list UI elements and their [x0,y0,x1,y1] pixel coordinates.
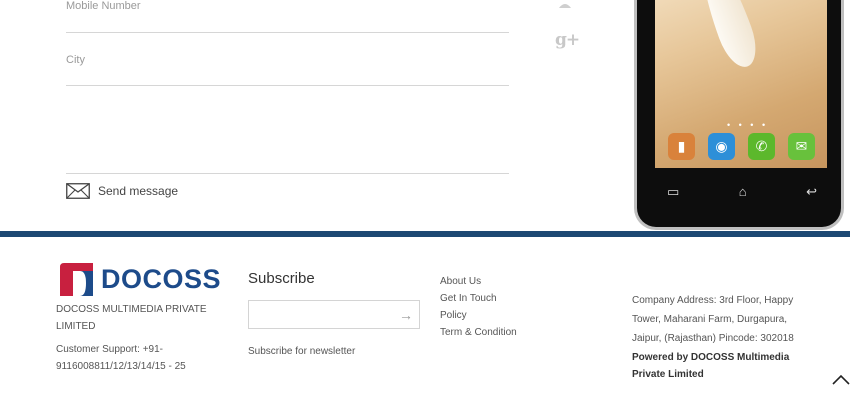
menu-key-icon: ▭ [667,184,680,199]
subscribe-form: → [248,300,420,329]
logo-text: DOCOSS [101,264,222,294]
mobile-number-input[interactable] [66,0,509,16]
browser-app-icon: ◉ [708,133,735,160]
phone-mockup-image: • • • • ▮ ◉ ✆ ✉ ▭ ⌂ ↩ [634,0,844,230]
envelope-icon [66,183,90,199]
mobile-number-field [66,0,509,33]
feather-graphic [690,0,764,73]
city-field [66,50,509,86]
link-get-in-touch[interactable]: Get In Touch [440,290,517,307]
phone-screen: • • • • ▮ ◉ ✆ ✉ [655,0,827,168]
company-name: DOCOSS MULTIMEDIA PRIVATE LIMITED [56,304,207,332]
subscribe-email-input[interactable] [253,305,393,325]
docoss-logo-mark-icon [60,263,93,296]
phone-nav-bar: ▭ ⌂ ↩ [667,184,817,200]
send-message-label: Send message [98,184,179,198]
footer-links: About Us Get In Touch Policy Term & Cond… [440,273,517,341]
contacts-app-icon: ▮ [668,133,695,160]
page-dots: • • • • [727,120,769,130]
person-icon[interactable] [557,0,573,13]
phone-app-icon: ✆ [748,133,775,160]
link-policy[interactable]: Policy [440,307,517,324]
customer-support: Customer Support: +91-9116008811/12/13/1… [56,344,186,372]
contact-form: Send message g+ • • • • ▮ ◉ ✆ ✉ ▭ ⌂ ↩ [0,0,850,231]
messages-app-icon: ✉ [788,133,815,160]
message-field[interactable] [66,96,509,174]
google-plus-icon[interactable]: g+ [555,30,580,50]
send-message-button[interactable]: Send message [66,183,178,199]
powered-by: Powered by DOCOSS Multimedia Private Lim… [632,352,790,380]
scroll-to-top-icon[interactable] [832,372,850,390]
back-key-icon: ↩ [806,184,817,199]
city-input[interactable] [66,50,509,70]
subscribe-note: Subscribe for newsletter [248,346,356,357]
link-about-us[interactable]: About Us [440,273,517,290]
subscribe-heading: Subscribe [248,270,315,287]
site-footer: DOCOSS DOCOSS MULTIMEDIA PRIVATE LIMITED… [0,231,850,406]
arrow-right-icon[interactable]: → [399,307,413,323]
company-address: Company Address: 3rd Floor, Happy Tower,… [632,295,794,344]
docoss-logo[interactable]: DOCOSS [60,263,221,296]
home-key-icon: ⌂ [738,184,747,199]
link-terms[interactable]: Term & Condition [440,324,517,341]
